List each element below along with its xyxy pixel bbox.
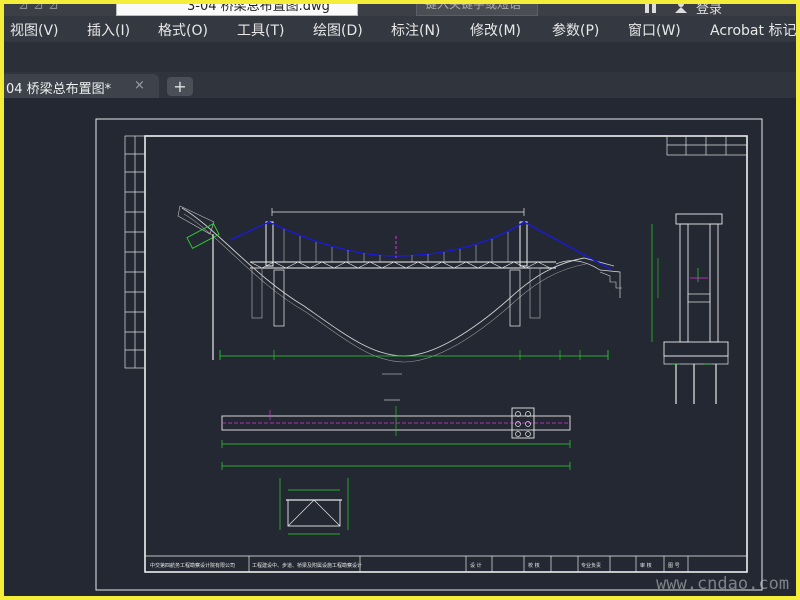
- tower-cross-section: [651, 213, 729, 404]
- title-block-checker: 校 核: [528, 562, 540, 569]
- corner-stamp: [666, 135, 748, 156]
- toolbar-band: [4, 42, 796, 72]
- binding-strip: [124, 135, 146, 369]
- sheet-outer-border: [95, 118, 763, 591]
- title-block-reviewer: 审 核: [640, 562, 652, 569]
- title-block-drawing-no: 图 号: [668, 563, 680, 569]
- watermark-text: www.cndao.com: [656, 574, 789, 594]
- user-icon[interactable]: [674, 4, 688, 13]
- menu-modify[interactable]: 修改(M): [470, 20, 521, 40]
- app-logo-icon: ⊿ ⊿ ⊿: [18, 4, 59, 13]
- file-tab-strip: 04 桥梁总布置图* × +: [4, 72, 796, 98]
- people-icon[interactable]: [644, 4, 658, 13]
- menu-parametric[interactable]: 参数(P): [552, 20, 599, 40]
- plan-view: [221, 406, 571, 470]
- tab-label: 04 桥梁总布置图*: [6, 82, 112, 97]
- drawing-canvas[interactable]: 中交第四航务工程勘察设计院有限公司 工程建设中、步道、桥梁及附属设施工程勘察设计…: [4, 98, 796, 596]
- bridge-elevation: [177, 205, 622, 401]
- menu-acrobat[interactable]: Acrobat 标记: [710, 20, 796, 40]
- menu-window[interactable]: 窗口(W): [628, 20, 681, 40]
- login-button[interactable]: 登录: [696, 4, 722, 16]
- title-block: 中交第四航务工程勘察设计院有限公司 工程建设中、步道、桥梁及附属设施工程勘察设计…: [144, 555, 748, 573]
- search-box[interactable]: 键入关键字或短语: [416, 4, 538, 16]
- title-block-designer: 设 计: [470, 562, 482, 569]
- title-block-lead: 专业负责: [581, 562, 601, 569]
- menu-draw[interactable]: 绘图(D): [313, 20, 363, 40]
- autocad-window: ⊿ ⊿ ⊿ 3-04 桥梁总布置图.dwg 键入关键字或短语 登录 视图(V) …: [4, 4, 796, 596]
- sheet-inner-border: [144, 135, 748, 573]
- menu-bar: 视图(V) 插入(I) 格式(O) 工具(T) 绘图(D) 标注(N) 修改(M…: [4, 16, 796, 42]
- document-title-box: 3-04 桥梁总布置图.dwg: [116, 4, 358, 16]
- menu-format[interactable]: 格式(O): [158, 20, 208, 40]
- deck-section-detail: [279, 478, 349, 535]
- new-tab-button[interactable]: +: [167, 77, 193, 96]
- close-icon[interactable]: ×: [134, 78, 145, 93]
- title-block-project: 工程建设中、步道、桥梁及附属设施工程勘察设计: [252, 562, 362, 569]
- tab-bridge-layout[interactable]: 04 桥梁总布置图* ×: [4, 74, 159, 98]
- search-placeholder: 键入关键字或短语: [425, 4, 522, 11]
- menu-tools[interactable]: 工具(T): [237, 20, 284, 40]
- document-title: 3-04 桥梁总布置图.dwg: [187, 4, 330, 14]
- title-bar: ⊿ ⊿ ⊿ 3-04 桥梁总布置图.dwg 键入关键字或短语 登录: [4, 4, 796, 16]
- menu-view[interactable]: 视图(V): [10, 20, 59, 40]
- cad-drawing: 中交第四航务工程勘察设计院有限公司 工程建设中、步道、桥梁及附属设施工程勘察设计…: [95, 118, 789, 594]
- title-block-org: 中交第四航务工程勘察设计院有限公司: [150, 562, 235, 569]
- menu-insert[interactable]: 插入(I): [87, 20, 130, 40]
- menu-dimension[interactable]: 标注(N): [391, 20, 440, 40]
